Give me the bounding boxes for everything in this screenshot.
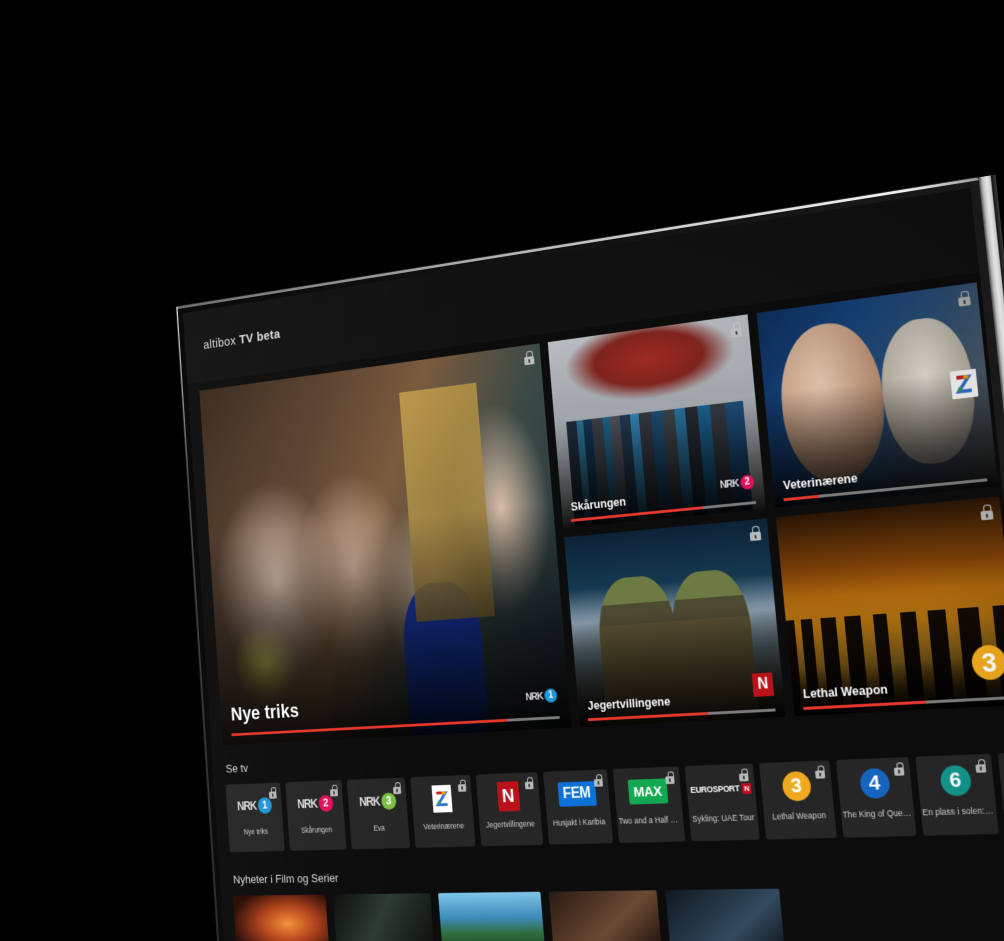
channel-caption: Sykling: UAE Tour <box>691 812 755 824</box>
nrk-wordmark: NRK <box>525 690 544 703</box>
logo-brand: altibox <box>202 333 237 353</box>
nrk-wordmark: NRK <box>236 798 257 813</box>
hero-tile-featured[interactable]: Nye triks NRK 1 <box>199 343 572 746</box>
channel-caption: Lethal Weapon <box>771 810 827 822</box>
channel-caption: Veterinærene <box>423 820 465 832</box>
poster-item[interactable] <box>665 888 786 941</box>
channel-card-partial[interactable]: V Sof <box>997 750 1004 834</box>
hero-tile-lethal-weapon[interactable]: Lethal Weapon <box>775 496 1004 717</box>
channel-caption: Jegertvillingene <box>485 818 536 830</box>
channel-card-eurosport[interactable]: EUROSPORT N Sykling: UAE Tour <box>684 763 760 842</box>
poster-item[interactable] <box>332 893 436 941</box>
channel-card-tv4[interactable]: 4 The King of Queens <box>835 757 917 838</box>
nrk-wordmark: NRK <box>296 796 317 811</box>
nrk-wordmark: NRK <box>719 477 740 491</box>
fem-logo: FEM <box>557 781 597 807</box>
tv4-logo: 4 <box>858 767 891 800</box>
tv2-glyph <box>431 785 452 813</box>
channel-card-tv2[interactable]: Veterinærene <box>410 774 476 848</box>
poster-item[interactable] <box>438 891 546 941</box>
lock-icon <box>975 759 987 773</box>
hero-featured-title: Nye triks <box>230 699 300 725</box>
poster-row <box>232 888 786 941</box>
tv-screen: altibox TV beta LOGG PÅ <box>182 187 1004 941</box>
nrk2-logo: NRK 2 <box>296 794 334 812</box>
hero-featured-column: Nye triks NRK 1 <box>199 343 572 746</box>
channel-caption: Eva <box>373 823 386 833</box>
nrk1-logo: NRK 1 <box>525 688 558 704</box>
eurosport-wordmark: EUROSPORT <box>689 783 740 795</box>
nrk-number: 1 <box>257 796 272 814</box>
lock-icon <box>957 290 971 307</box>
lock-icon <box>893 762 905 776</box>
channel-row: NRK 1 Nye triks NRK 2 Skårungen NRK 3 Ev… <box>225 750 1004 853</box>
nrk-number: 1 <box>543 688 558 703</box>
tv-set: altibox TV beta LOGG PÅ <box>176 174 1004 941</box>
lock-icon <box>523 350 535 366</box>
channel-card-nrk3[interactable]: NRK 3 Eva <box>346 777 411 850</box>
lock-icon <box>593 774 604 787</box>
lock-icon <box>524 776 534 790</box>
max-logo: MAX <box>627 778 668 805</box>
logo-product: TV beta <box>238 326 281 348</box>
nrk3-logo: NRK 3 <box>358 791 397 810</box>
channel-caption: En plass i solen: So… <box>921 805 996 818</box>
tv2-logo <box>431 784 452 813</box>
channel-caption: Two and a Half Men <box>618 814 683 826</box>
channel-caption: Skårungen <box>300 824 333 835</box>
hero-tiles-row-bottom: Jegertvillingene N Lethal Weapon 3 <box>564 496 1004 728</box>
tv2-logo <box>950 368 979 400</box>
channel-caption: The King of Queens <box>842 807 914 820</box>
lock-icon <box>749 525 762 542</box>
hero-featured-channel-logo: NRK 1 <box>525 688 558 704</box>
lock-icon <box>665 771 675 785</box>
nrk-number: 3 <box>380 791 397 810</box>
channel-caption: Husjakt i Karibia <box>552 816 606 828</box>
hero-tile-skarungen[interactable]: Skårungen NRK 2 <box>547 314 766 529</box>
lock-icon <box>730 322 743 338</box>
tv-perspective-wrapper: altibox TV beta LOGG PÅ <box>0 0 1004 941</box>
app-logo: altibox TV beta <box>203 327 281 353</box>
poster-item[interactable] <box>548 890 663 941</box>
section-title-se-tv: Se tv <box>225 761 249 776</box>
tv2-glyph <box>950 369 979 400</box>
channel-logo: 6 <box>915 754 995 808</box>
lock-icon <box>980 504 994 521</box>
nent-n-logo: N <box>496 781 521 812</box>
nrk-number: 2 <box>739 474 755 490</box>
lock-icon <box>815 765 826 779</box>
channel-card-n[interactable]: N Jegertvillingene <box>475 772 544 847</box>
lock-icon <box>457 779 467 792</box>
nrk1-logo: NRK 1 <box>236 796 272 815</box>
channel-card-tv3[interactable]: 3 Lethal Weapon <box>759 760 837 840</box>
tv3-logo <box>970 644 1004 681</box>
tile-channel-logo: N <box>751 672 775 697</box>
hero-tiles-column: Skårungen NRK 2 Veterinærene Jegertvilli… <box>547 282 1004 728</box>
channel-card-max[interactable]: MAX Two and a Half Men <box>612 766 686 843</box>
channel-card-tv6[interactable]: 6 En plass i solen: So… <box>915 753 999 836</box>
channel-card-nrk2[interactable]: NRK 2 Skårungen <box>285 780 347 851</box>
tile-channel-logo <box>970 644 1004 681</box>
channel-caption: Nye triks <box>243 826 269 837</box>
lock-icon <box>738 768 749 782</box>
channel-card-nrk1[interactable]: NRK 1 Nye triks <box>225 782 285 853</box>
section-title-nyheter: Nyheter i Film og Serier <box>232 871 339 887</box>
hero-tile-jegertvillingene[interactable]: Jegertvillingene N <box>564 518 786 728</box>
screenshot-stage: altibox TV beta LOGG PÅ <box>0 0 1004 941</box>
eurosport-n-badge: N <box>741 782 752 794</box>
nent-n-logo: N <box>751 672 775 697</box>
tv6-logo: 6 <box>938 764 972 797</box>
tile-channel-logo <box>950 368 979 400</box>
nrk-number: 2 <box>317 794 334 812</box>
channel-logo: V <box>998 750 1004 805</box>
hero-tile-veterinaerene[interactable]: Veterinærene <box>756 282 999 508</box>
tv3-logo: 3 <box>780 770 812 802</box>
nrk-wordmark: NRK <box>358 794 380 809</box>
channel-card-fem[interactable]: FEM Husjakt i Karibia <box>543 769 614 845</box>
poster-item[interactable] <box>232 894 330 941</box>
